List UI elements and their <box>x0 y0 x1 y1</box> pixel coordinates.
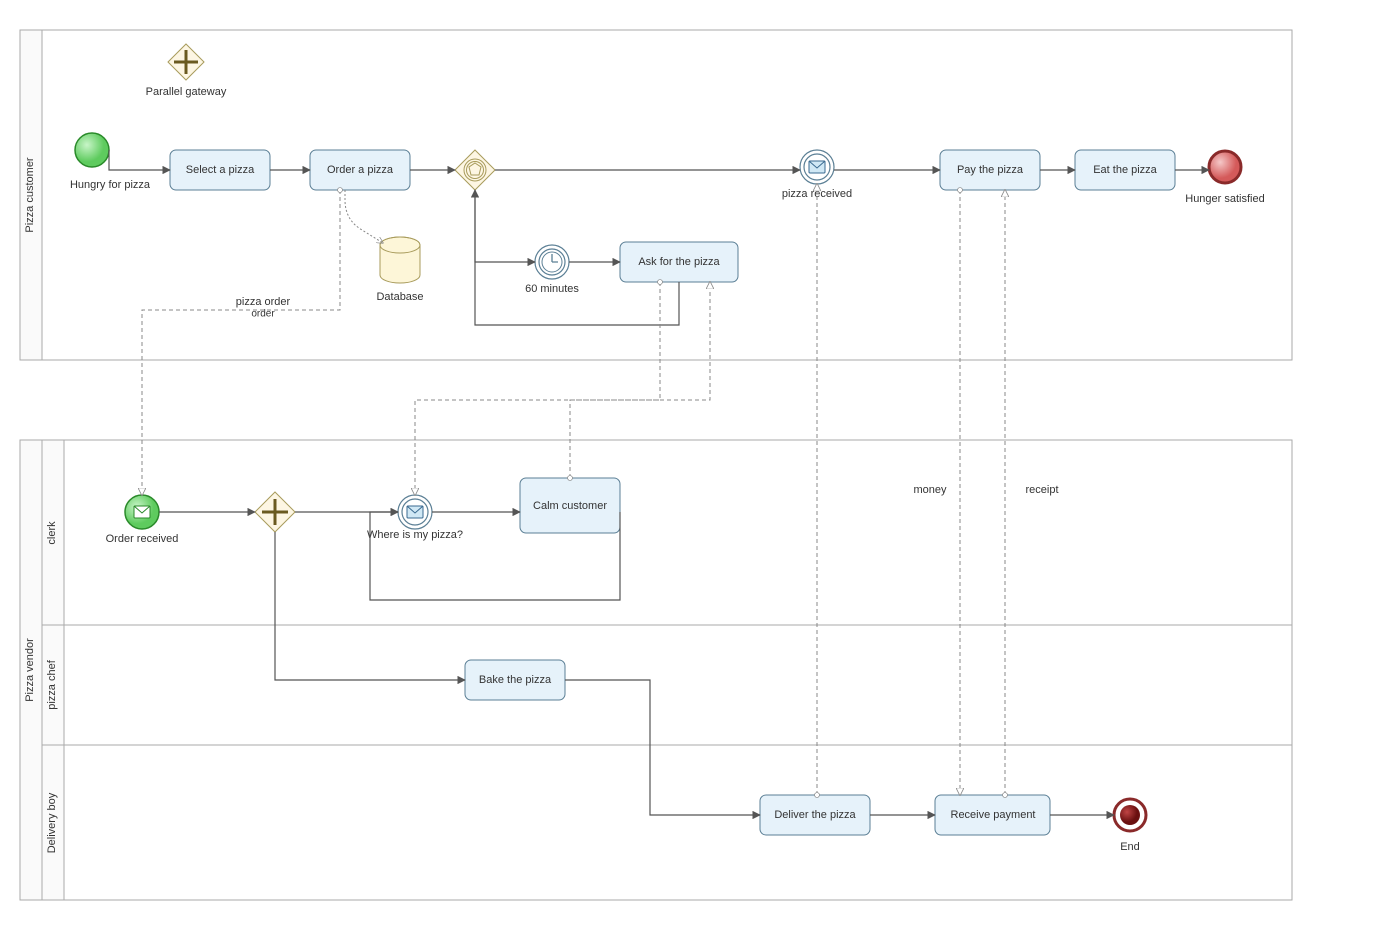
task-ask[interactable]: Ask for the pizza <box>620 242 738 282</box>
svg-text:Select a pizza: Select a pizza <box>186 164 255 176</box>
task-select[interactable]: Select a pizza <box>170 150 270 190</box>
task-pay[interactable]: Pay the pizza <box>940 150 1040 190</box>
svg-text:Parallel gateway: Parallel gateway <box>146 86 227 98</box>
svg-text:Order a pizza: Order a pizza <box>327 164 394 176</box>
msg-pizza-label: pizza order <box>236 296 291 308</box>
task-deliver[interactable]: Deliver the pizza <box>760 795 870 835</box>
lane-delivery-label: Delivery boy <box>46 792 58 853</box>
svg-text:Ask for the pizza: Ask for the pizza <box>638 256 720 268</box>
pool-vendor-label: Pizza vendor <box>24 638 36 702</box>
svg-text:Calm customer: Calm customer <box>533 500 607 512</box>
task-eat[interactable]: Eat the pizza <box>1075 150 1175 190</box>
task-bake[interactable]: Bake the pizza <box>465 660 565 700</box>
task-order[interactable]: Order a pizza <box>310 150 410 190</box>
task-receive-payment[interactable]: Receive payment <box>935 795 1050 835</box>
svg-text:Pay the pizza: Pay the pizza <box>957 164 1024 176</box>
pool-vendor[interactable]: Pizza vendor clerk pizza chef Delivery b… <box>20 440 1292 900</box>
svg-text:Database: Database <box>376 291 423 303</box>
msg-receipt-label: receipt <box>1025 484 1058 496</box>
pool-customer-label: Pizza customer <box>24 157 36 233</box>
svg-text:order: order <box>251 309 275 320</box>
lane-chef-label: pizza chef <box>46 659 58 709</box>
svg-text:Order received: Order received <box>106 533 179 545</box>
svg-text:Bake the pizza: Bake the pizza <box>479 674 552 686</box>
svg-text:Receive payment: Receive payment <box>951 809 1036 821</box>
lane-clerk-label: clerk <box>46 521 58 545</box>
msg-money-label: money <box>913 484 947 496</box>
datastore-database[interactable]: Database <box>376 237 423 303</box>
svg-text:Hunger satisfied: Hunger satisfied <box>1185 193 1265 205</box>
pool-customer[interactable]: Pizza customer <box>20 30 1292 360</box>
svg-text:Hungry for pizza: Hungry for pizza <box>70 179 151 191</box>
svg-text:Eat the pizza: Eat the pizza <box>1093 164 1157 176</box>
svg-text:Where is my pizza?: Where is my pizza? <box>367 529 463 541</box>
bpmn-diagram: Pizza customer Parallel gateway Hungry f… <box>0 0 1393 950</box>
task-calm[interactable]: Calm customer <box>520 478 620 533</box>
svg-text:60 minutes: 60 minutes <box>525 283 579 295</box>
svg-text:Deliver the pizza: Deliver the pizza <box>774 809 856 821</box>
svg-text:End: End <box>1120 841 1140 853</box>
